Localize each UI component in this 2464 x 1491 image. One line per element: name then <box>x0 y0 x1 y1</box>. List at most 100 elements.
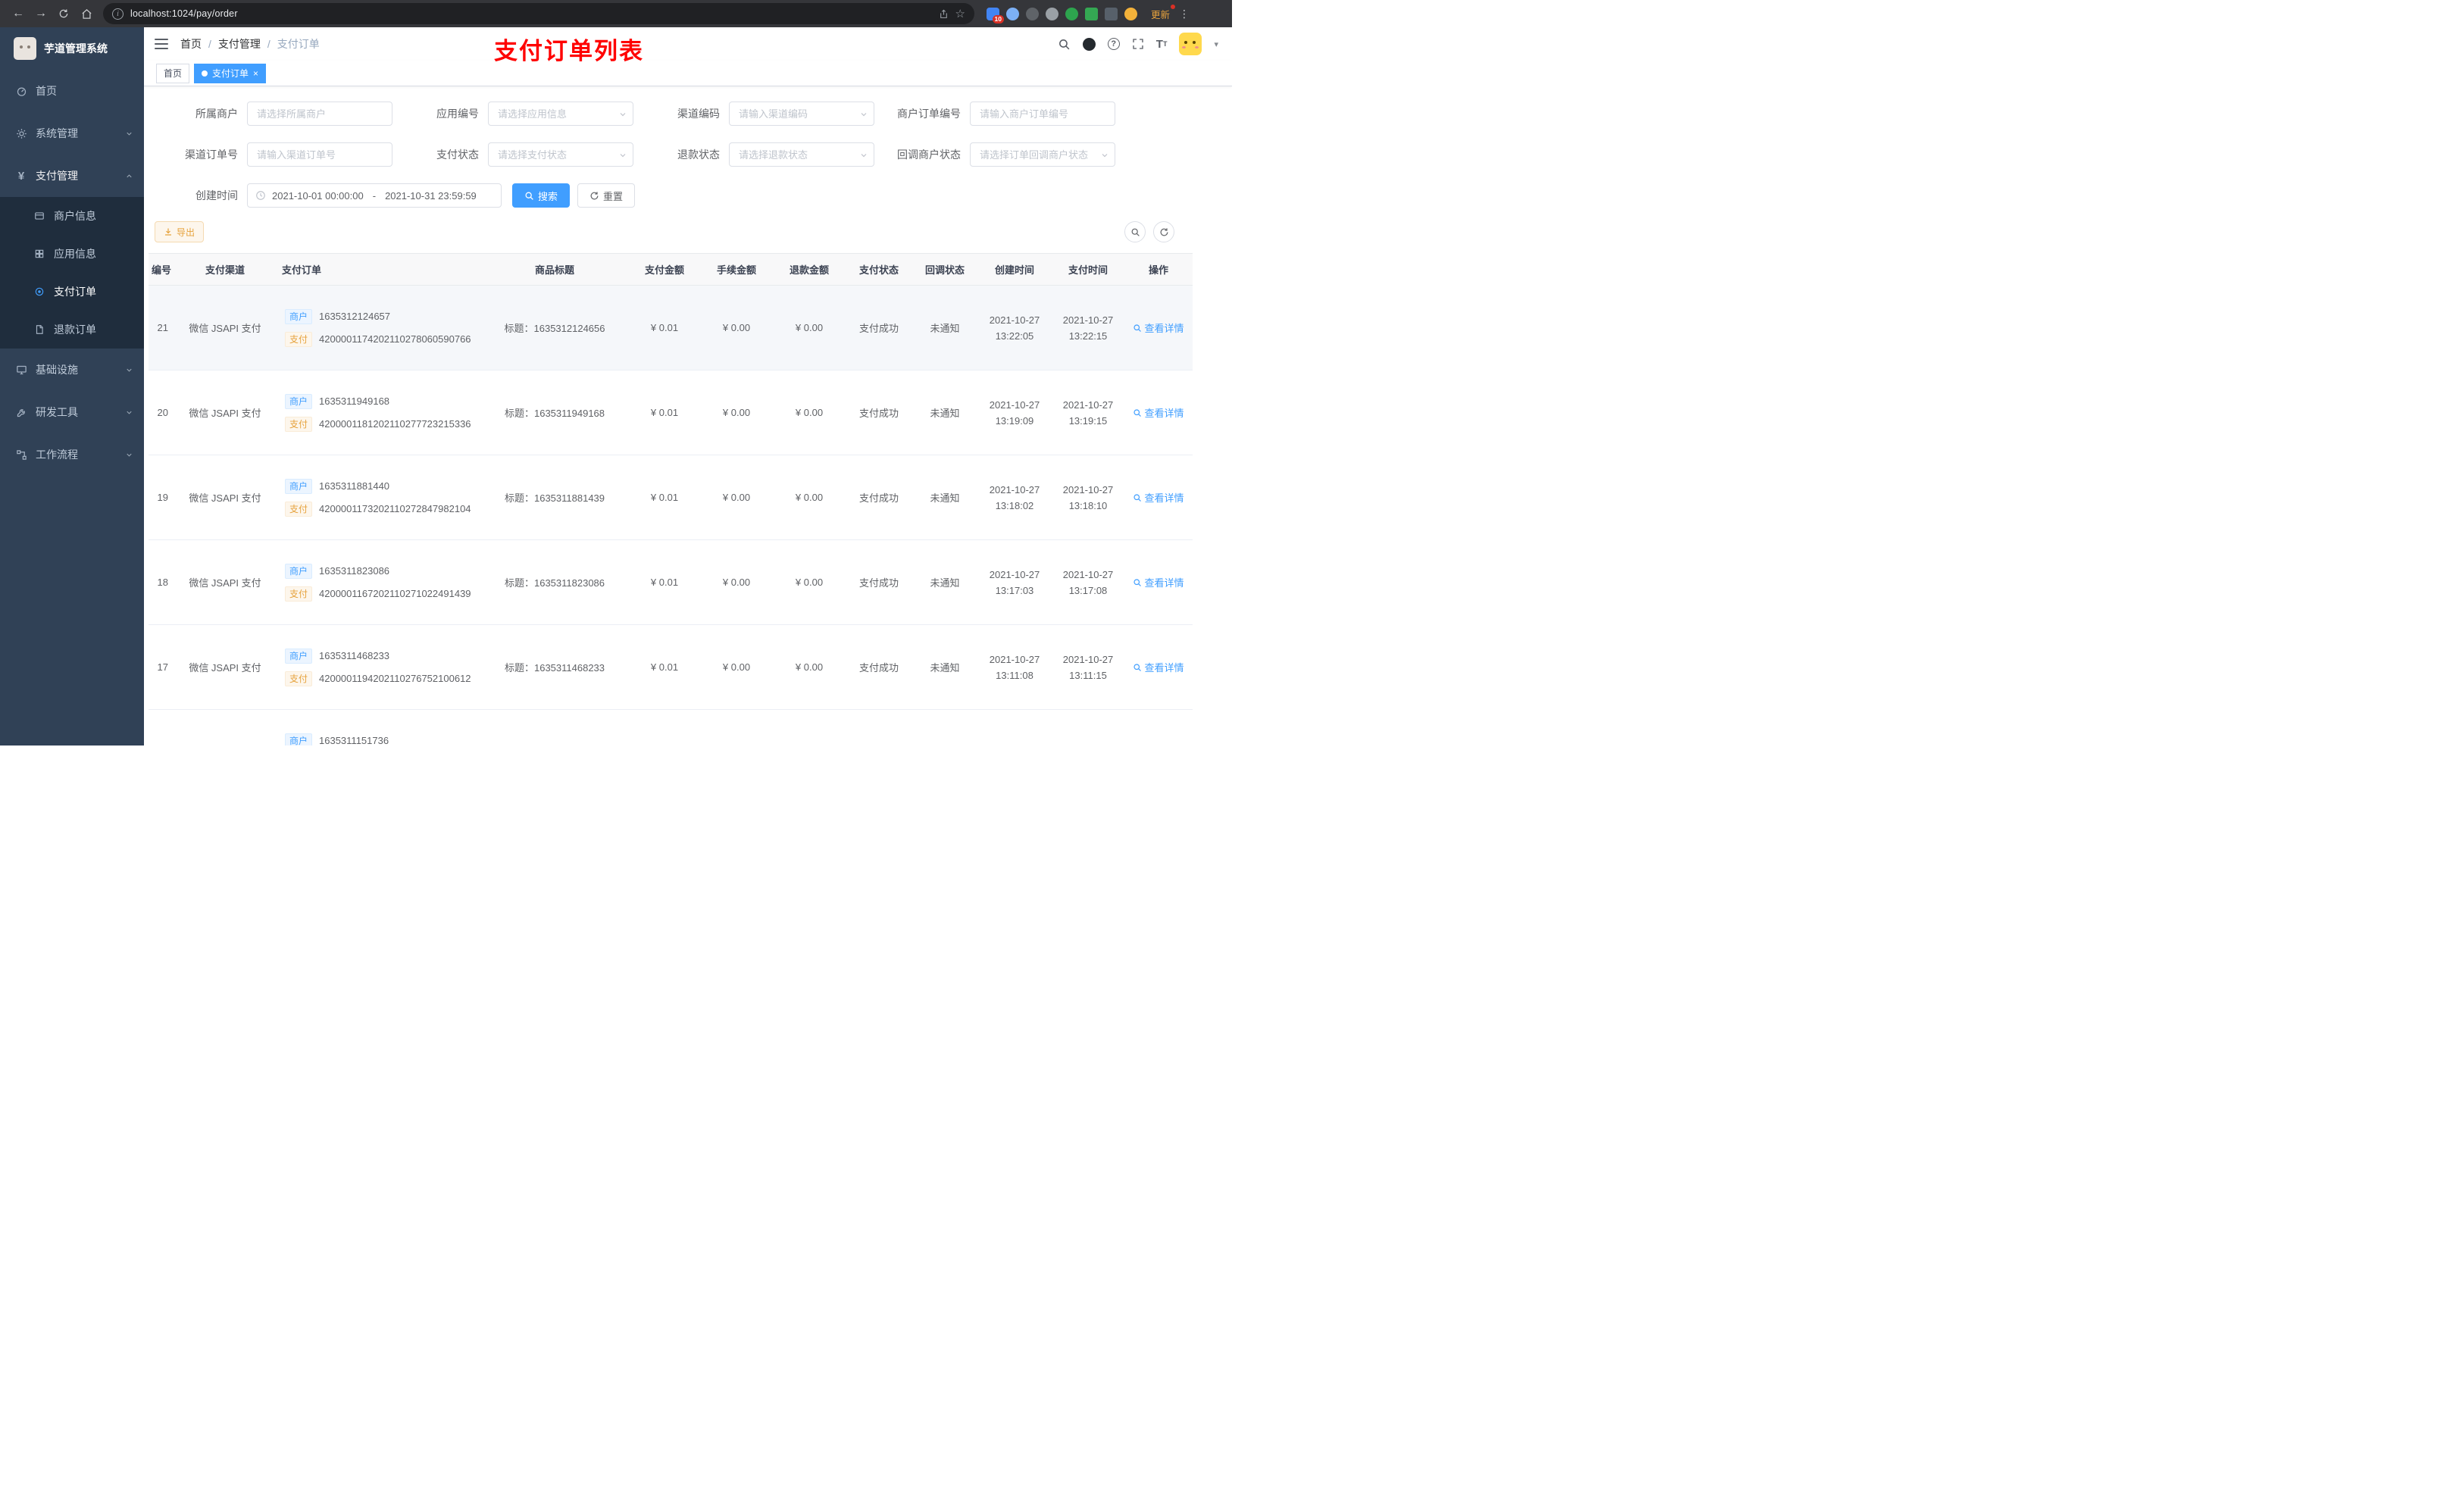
pay-status-cell: 支付成功 <box>846 455 912 540</box>
view-detail-link[interactable]: 查看详情 <box>1133 405 1184 420</box>
created-time-cell <box>977 709 1052 746</box>
paid-time-cell: 2021-10-27 13:11:15 <box>1052 624 1124 710</box>
column-header: 回调状态 <box>912 253 977 286</box>
extension-icon-3[interactable] <box>1026 7 1039 20</box>
browser-menu-icon[interactable]: ⋮ <box>1179 8 1190 20</box>
fullscreen-icon[interactable] <box>1132 38 1144 50</box>
channel-order-no-input[interactable] <box>247 142 392 167</box>
extension-icon-4[interactable] <box>1046 7 1058 20</box>
search-icon[interactable] <box>1058 38 1071 51</box>
view-detail-link[interactable]: 查看详情 <box>1133 575 1184 589</box>
help-icon[interactable]: ? <box>1107 38 1120 50</box>
sidebar-item-app-info[interactable]: 应用信息 <box>0 235 144 273</box>
page: ← → i localhost:1024/pay/order ☆ 10 更新 ⋮… <box>0 0 1232 746</box>
extension-icon-1[interactable]: 10 <box>987 7 1004 23</box>
profile-avatar-icon[interactable] <box>1124 7 1137 20</box>
page-annotation: 支付订单列表 <box>494 38 644 64</box>
action-cell: 查看详情 <box>1124 624 1193 710</box>
refund-status-select[interactable] <box>729 142 874 167</box>
pay-status-cell: 支付成功 <box>846 624 912 710</box>
pay-order-no: 4200001174202110278060590766 <box>319 333 471 345</box>
channel-code-select[interactable] <box>729 102 874 126</box>
search-button[interactable]: 搜索 <box>512 183 571 208</box>
extension-icon-5[interactable] <box>1065 7 1078 20</box>
tab-home[interactable]: 首页 <box>156 63 190 83</box>
share-icon[interactable] <box>939 9 949 19</box>
gear-icon <box>15 128 27 139</box>
breadcrumb-pay-mgmt[interactable]: 支付管理 <box>218 36 261 52</box>
app-title: 芋道管理系统 <box>44 42 108 55</box>
pay-order-no: 4200001173202110272847982104 <box>319 503 471 514</box>
pay-order-no: 4200001181202110277723215336 <box>319 418 471 430</box>
pay-amount-cell: ¥ 0.01 <box>629 539 700 625</box>
sidebar-item-infra[interactable]: 基础设施 <box>0 349 144 391</box>
search-icon <box>1134 663 1142 671</box>
browser-update-button[interactable]: 更新 <box>1146 4 1176 24</box>
fee-amount-cell: ¥ 0.00 <box>700 455 773 540</box>
reload-button[interactable] <box>53 3 74 24</box>
sidebar-item-payment[interactable]: ¥ 支付管理 <box>0 155 144 197</box>
merchant-order-no-input[interactable] <box>970 102 1115 126</box>
refresh-table-button[interactable] <box>1153 221 1174 242</box>
pay-status-select[interactable] <box>488 142 633 167</box>
table-row: 17 微信 JSAPI 支付 商户 1635311468233 支付 42000… <box>149 624 1193 710</box>
url-text[interactable]: localhost:1024/pay/order <box>130 8 932 19</box>
extension-icon-2[interactable] <box>1006 7 1019 20</box>
github-icon[interactable] <box>1082 37 1096 51</box>
sidebar-item-pay-order[interactable]: 支付订单 <box>0 273 144 311</box>
font-size-icon[interactable]: TT <box>1156 38 1168 51</box>
reset-button[interactable]: 重置 <box>577 183 636 208</box>
breadcrumb-separator: / <box>208 38 211 50</box>
field-label: 渠道订单号 <box>185 148 238 161</box>
pay-amount-cell <box>629 709 700 746</box>
sidebar-item-workflow[interactable]: 工作流程 <box>0 433 144 476</box>
pay-channel-cell: 微信 JSAPI 支付 <box>176 370 274 455</box>
merchant-select[interactable] <box>247 102 392 126</box>
avatar[interactable] <box>1179 33 1202 55</box>
create-time-range-picker[interactable]: 2021-10-01 00:00:00 - 2021-10-31 23:59:5… <box>247 183 502 208</box>
extension-icon-6[interactable] <box>1085 7 1098 20</box>
view-detail-link[interactable]: 查看详情 <box>1133 660 1184 674</box>
date-start[interactable]: 2021-10-01 00:00:00 <box>272 190 364 202</box>
pay-amount-cell: ¥ 0.01 <box>629 624 700 710</box>
merchant-order-line: 商户 1635311468233 <box>285 648 477 664</box>
address-bar[interactable]: i localhost:1024/pay/order ☆ <box>103 3 974 24</box>
back-button[interactable]: ← <box>8 3 29 24</box>
sidebar-item-refund-order[interactable]: 退款订单 <box>0 311 144 349</box>
close-tab-icon[interactable]: × <box>253 69 258 78</box>
merchant-order-line: 商户 1635312124657 <box>285 308 477 324</box>
date-end[interactable]: 2021-10-31 23:59:59 <box>385 190 477 202</box>
column-header: 编号 <box>149 253 176 286</box>
view-detail-link[interactable]: 查看详情 <box>1133 320 1184 335</box>
forward-button[interactable]: → <box>30 3 52 24</box>
action-cell <box>1124 709 1193 746</box>
bookmark-star-icon[interactable]: ☆ <box>955 7 965 20</box>
hamburger-icon[interactable] <box>155 39 168 49</box>
tab-pay-order[interactable]: 支付订单 × <box>194 63 267 83</box>
merchant-order-line: 商户 1635311823086 <box>285 563 477 579</box>
toggle-search-button[interactable] <box>1124 221 1146 242</box>
search-icon <box>1134 408 1142 417</box>
app-logo: 芋道管理系统 <box>0 27 144 70</box>
notify-status-cell: 未通知 <box>912 624 977 710</box>
notify-status-select[interactable] <box>970 142 1115 167</box>
pay-order-no: 4200001194202110276752100612 <box>319 673 471 684</box>
pay-amount-cell: ¥ 0.01 <box>629 455 700 540</box>
sidebar-item-system[interactable]: 系统管理 <box>0 112 144 155</box>
column-header: 支付时间 <box>1052 253 1124 286</box>
sidebar-item-home[interactable]: 首页 <box>0 70 144 112</box>
product-title-cell: 标题：1635312124656 <box>480 285 629 370</box>
sidebar-item-merchant-info[interactable]: 商户信息 <box>0 197 144 235</box>
sidebar-item-devtools[interactable]: 研发工具 <box>0 391 144 433</box>
app-id-select[interactable] <box>488 102 633 126</box>
view-detail-link[interactable]: 查看详情 <box>1133 490 1184 505</box>
breadcrumb-home[interactable]: 首页 <box>180 36 202 52</box>
merchant-tag: 商户 <box>285 648 313 664</box>
home-button[interactable] <box>76 3 97 24</box>
paid-time-cell: 2021-10-27 13:22:15 <box>1052 285 1124 370</box>
site-info-icon[interactable]: i <box>112 8 124 20</box>
user-menu-caret-icon[interactable]: ▾ <box>1214 39 1218 49</box>
export-button[interactable]: 导出 <box>155 221 205 242</box>
merchant-order-no: 1635311468233 <box>319 650 390 661</box>
extension-icon-7[interactable] <box>1105 7 1118 20</box>
